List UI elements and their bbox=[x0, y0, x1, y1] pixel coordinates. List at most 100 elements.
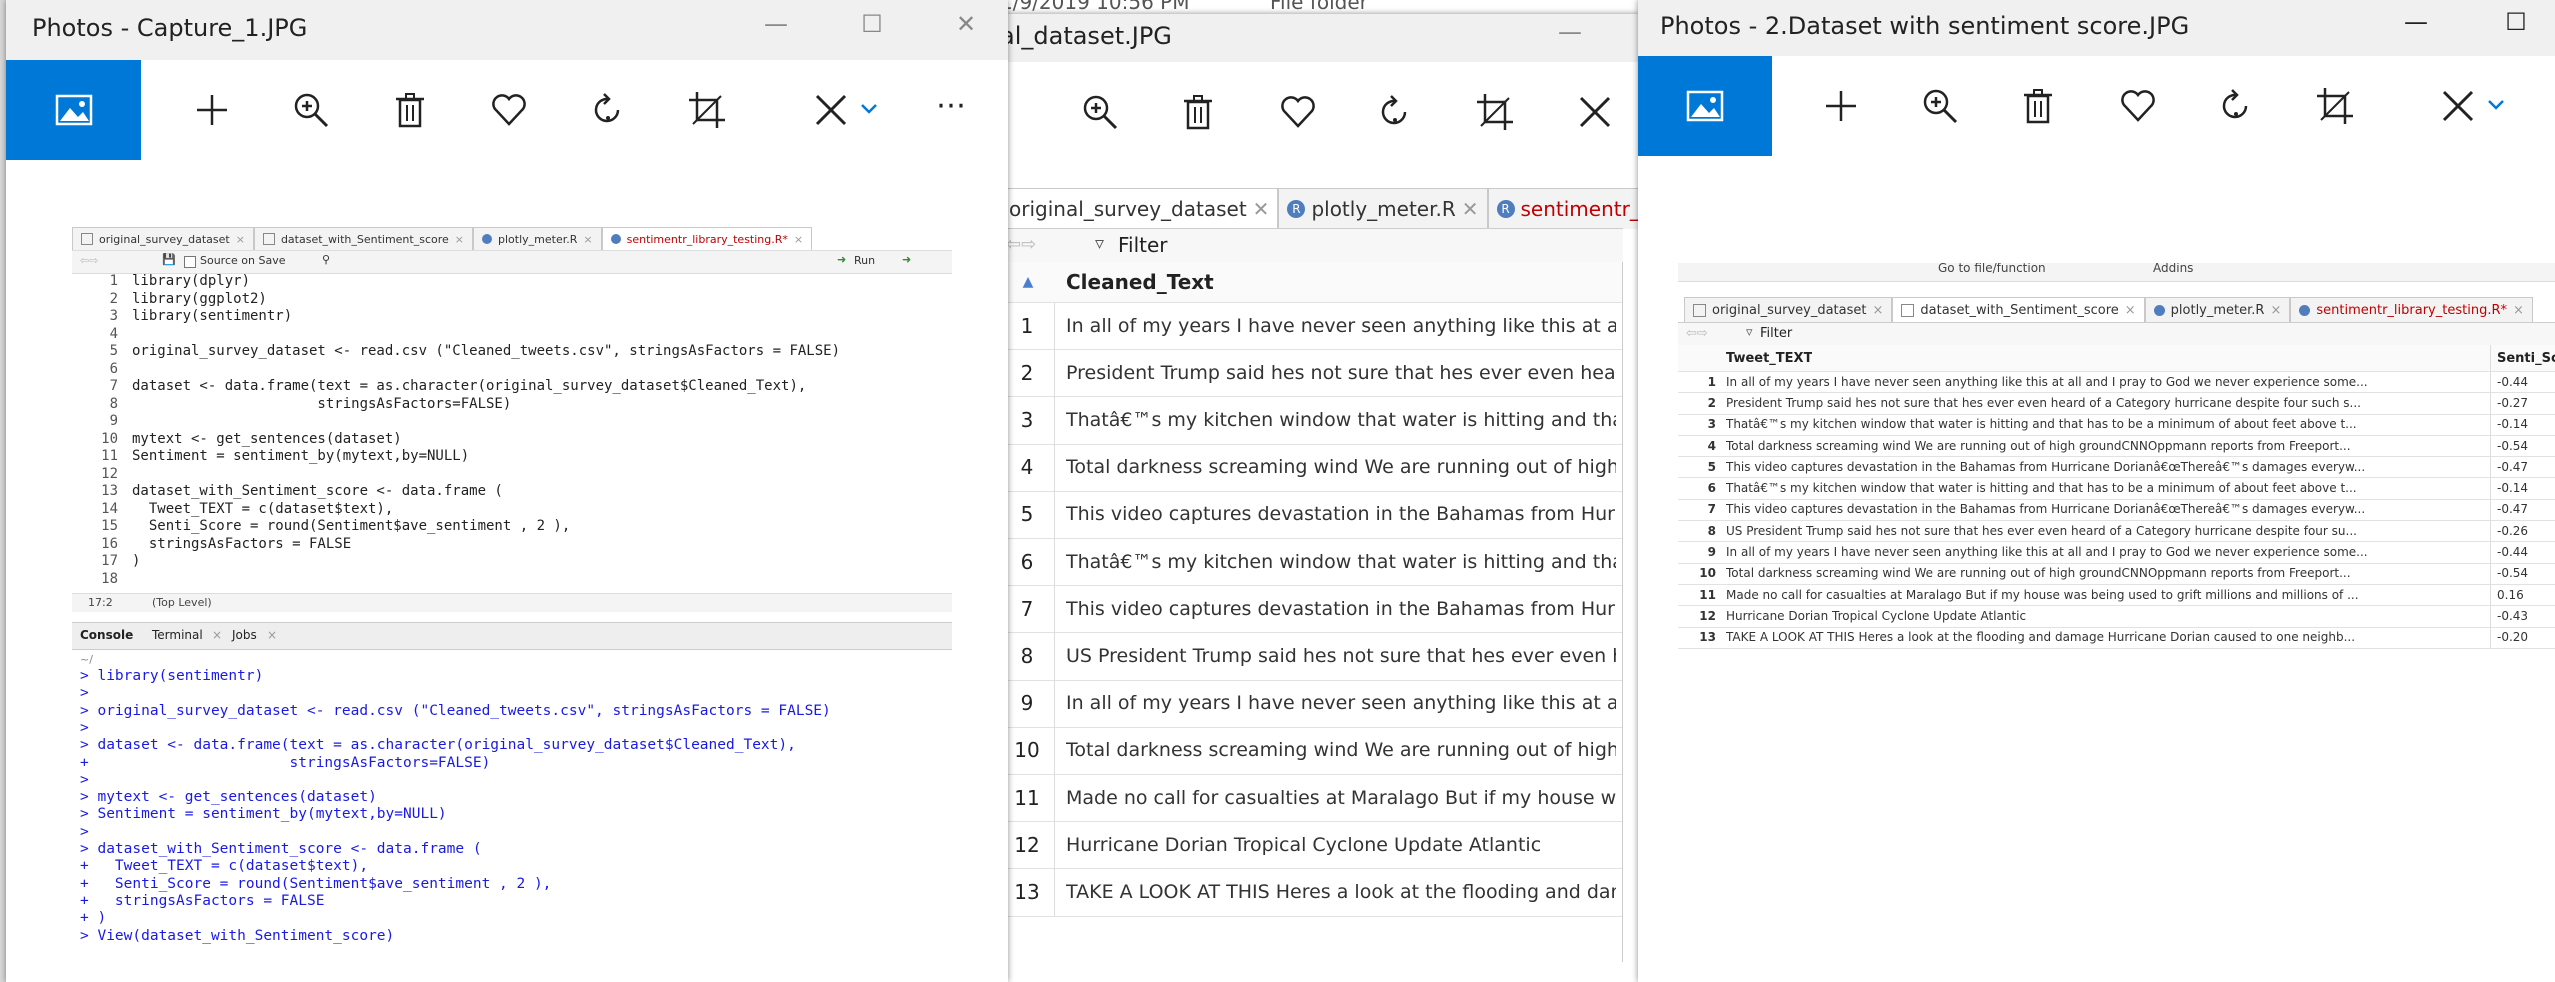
maximize-button[interactable]: ☐ bbox=[852, 10, 892, 38]
filter-icon[interactable]: ▿ bbox=[1095, 233, 1104, 254]
zoom-icon[interactable] bbox=[291, 90, 331, 130]
crop-icon[interactable] bbox=[687, 90, 727, 130]
back-arrow-icon[interactable]: ⇦⇨ bbox=[1006, 234, 1036, 255]
zoom-icon[interactable] bbox=[1920, 86, 1960, 126]
table-row[interactable]: 9 In all of my years I have never seen an… bbox=[1678, 541, 2555, 564]
tab-plotly-meter-r[interactable]: plotly_meter.R × bbox=[2144, 297, 2291, 322]
minimize-button[interactable]: — bbox=[2396, 8, 2436, 36]
table-row[interactable]: 8 US President Trump said hes not sure th… bbox=[1678, 520, 2555, 543]
close-button[interactable]: ✕ bbox=[946, 10, 986, 38]
rotate-icon[interactable] bbox=[2216, 86, 2256, 126]
addins-button[interactable]: Addins bbox=[2153, 263, 2193, 275]
tab-jobs[interactable]: Jobs bbox=[232, 628, 257, 642]
close-icon[interactable]: ✕ bbox=[1462, 197, 1479, 221]
table-row[interactable]: 8 US President Trump said hes not sure th… bbox=[1000, 632, 1622, 681]
image-view-button[interactable] bbox=[6, 60, 141, 160]
table-row[interactable]: 7 This video captures devastation in the … bbox=[1000, 585, 1622, 634]
table-row[interactable]: 1 In all of my years I have never seen an… bbox=[1678, 371, 2555, 394]
close-icon[interactable]: ✕ bbox=[1253, 197, 1270, 221]
table-row[interactable]: 13 TAKE A LOOK AT THIS Heres a look at th… bbox=[1678, 626, 2555, 649]
rotate-icon[interactable] bbox=[588, 90, 628, 130]
delete-icon[interactable] bbox=[2018, 86, 2058, 126]
minimize-button[interactable]: — bbox=[1550, 18, 1590, 46]
table-row[interactable]: 5 This video captures devastation in the … bbox=[1000, 490, 1622, 539]
search-icon[interactable]: ⚲ bbox=[322, 253, 330, 266]
edit-icon[interactable] bbox=[811, 90, 851, 130]
column-header-senti-score[interactable]: Senti_Score bbox=[2490, 345, 2555, 371]
tab-console[interactable]: Console bbox=[80, 628, 133, 642]
add-icon[interactable] bbox=[1821, 86, 1861, 126]
console-output[interactable]: > library(sentimentr) > > original_survey_… bbox=[72, 668, 952, 948]
close-icon[interactable]: × bbox=[236, 233, 245, 246]
filter-button[interactable]: Filter bbox=[1760, 326, 1792, 341]
table-row[interactable]: 13 TAKE A LOOK AT THIS Heres a look at th… bbox=[1000, 868, 1622, 917]
edit-icon[interactable] bbox=[2438, 86, 2478, 126]
code-editor[interactable]: 1 library(dplyr) 2 library(ggplot2) 3 library… bbox=[72, 273, 952, 589]
back-arrow-icon[interactable]: ⇦⇨ bbox=[1686, 326, 1708, 341]
filter-icon[interactable]: ▿ bbox=[1746, 325, 1753, 340]
table-row[interactable]: 3 Thatâ€™s my kitchen window that water i… bbox=[1000, 396, 1622, 445]
delete-icon[interactable] bbox=[390, 90, 430, 130]
close-icon[interactable]: × bbox=[267, 628, 277, 642]
favorite-icon[interactable] bbox=[489, 90, 529, 130]
run-button[interactable]: Run bbox=[854, 254, 875, 267]
table-row[interactable]: 4 Total darkness screaming wind We are ru… bbox=[1000, 443, 1622, 492]
delete-icon[interactable] bbox=[1178, 92, 1218, 132]
rerun-icon[interactable]: ➜ bbox=[902, 253, 911, 266]
close-icon[interactable]: × bbox=[583, 233, 592, 246]
table-row[interactable]: 12 Hurricane Dorian Tropical Cyclone Upda… bbox=[1000, 821, 1622, 870]
tab-original-survey-dataset[interactable]: original_survey_dataset × bbox=[1684, 297, 1893, 322]
chevron-down-icon[interactable] bbox=[2485, 94, 2507, 116]
save-icon[interactable]: 💾 bbox=[162, 253, 176, 266]
minimize-button[interactable]: — bbox=[756, 10, 796, 38]
table-row[interactable]: 2 President Trump said hes not sure that … bbox=[1000, 349, 1622, 398]
close-icon[interactable]: × bbox=[212, 628, 222, 642]
tab-dataset-with-sentiment-score[interactable]: dataset_with_Sentiment_score × bbox=[1892, 297, 2145, 322]
crop-icon[interactable] bbox=[2315, 86, 2355, 126]
tab-sentimentr-library-testing-r-[interactable]: sentimentr_library_testing.R* × bbox=[601, 227, 813, 250]
edit-icon[interactable] bbox=[1575, 92, 1615, 132]
table-row[interactable]: 11 Made no call for casualties at Maralag… bbox=[1678, 584, 2555, 607]
add-icon[interactable] bbox=[192, 90, 232, 130]
zoom-icon[interactable] bbox=[1080, 92, 1120, 132]
table-row[interactable]: 6 Thatâ€™s my kitchen window that water i… bbox=[1000, 538, 1622, 587]
image-view-button[interactable] bbox=[1638, 56, 1772, 156]
table-row[interactable]: 4 Total darkness screaming wind We are ru… bbox=[1678, 434, 2555, 458]
filter-button[interactable]: Filter bbox=[1118, 233, 1168, 257]
tab-original-survey-dataset[interactable]: original_survey_dataset ✕ bbox=[1000, 188, 1279, 229]
table-row[interactable]: 10 Total darkness screaming wind We are r… bbox=[1000, 726, 1622, 775]
table-row[interactable]: 1 In all of my years I have never seen an… bbox=[1000, 302, 1622, 351]
run-icon[interactable]: ➜ bbox=[837, 253, 846, 266]
close-icon[interactable]: × bbox=[2270, 303, 2281, 318]
table-row[interactable]: 11 Made no call for casualties at Maralag… bbox=[1000, 774, 1622, 823]
table-row[interactable]: 5 This video captures devastation in the … bbox=[1678, 456, 2555, 479]
tab-sentimentr-library-testing-r-[interactable]: sentimentr_library_testing.R* × bbox=[2290, 297, 2533, 322]
sort-icon[interactable]: ▲ bbox=[1000, 262, 1056, 302]
close-icon[interactable]: × bbox=[2125, 303, 2136, 318]
rotate-icon[interactable] bbox=[1375, 92, 1415, 132]
close-icon[interactable]: × bbox=[455, 233, 464, 246]
scope-indicator[interactable]: (Top Level) bbox=[152, 596, 212, 609]
table-row[interactable]: 10 Total darkness screaming wind We are r… bbox=[1678, 562, 2555, 585]
table-row[interactable]: 6 Thatâ€™s my kitchen window that water i… bbox=[1678, 477, 2555, 500]
table-row[interactable]: 9 In all of my years I have never seen an… bbox=[1000, 679, 1622, 728]
favorite-icon[interactable] bbox=[1278, 92, 1318, 132]
source-on-save-checkbox[interactable] bbox=[184, 256, 196, 268]
column-header-tweet-text[interactable]: Tweet_TEXT bbox=[1726, 345, 1812, 371]
table-row[interactable]: 2 President Trump said hes not sure that … bbox=[1678, 392, 2555, 415]
favorite-icon[interactable] bbox=[2118, 86, 2158, 126]
column-header-cleaned-text[interactable]: Cleaned_Text bbox=[1066, 262, 1214, 302]
maximize-button[interactable]: ☐ bbox=[2496, 8, 2536, 36]
tab-plotly-meter-r[interactable]: plotly_meter.R × bbox=[473, 227, 602, 250]
close-icon[interactable]: × bbox=[1872, 303, 1883, 318]
more-icon[interactable]: ⋯ bbox=[936, 88, 966, 123]
chevron-down-icon[interactable] bbox=[858, 98, 880, 120]
crop-icon[interactable] bbox=[1475, 92, 1515, 132]
close-icon[interactable]: × bbox=[2513, 303, 2524, 318]
tab-plotly-meter[interactable]: R plotly_meter.R ✕ bbox=[1278, 188, 1488, 229]
table-row[interactable]: 3 Thatâ€™s my kitchen window that water i… bbox=[1678, 413, 2555, 436]
goto-file-button[interactable]: Go to file/function bbox=[1938, 263, 2046, 275]
tab-sentimentr[interactable]: R sentimentr_ bbox=[1487, 188, 1640, 229]
nav-arrows-icon[interactable]: ⇦⇨ bbox=[80, 254, 98, 267]
tab-original-survey-dataset[interactable]: original_survey_dataset × bbox=[72, 227, 254, 250]
